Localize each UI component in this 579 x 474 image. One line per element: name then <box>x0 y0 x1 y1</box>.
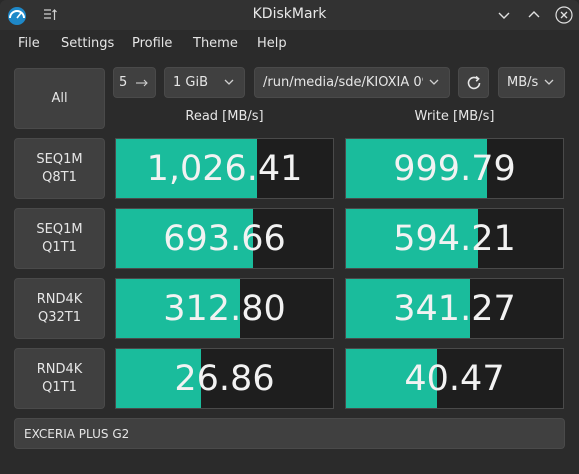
write-result-seq1m-q1t1: 594.21 <box>345 208 564 269</box>
read-result-rnd4k-q32t1: 312.80 <box>115 278 334 339</box>
write-result-rnd4k-q1t1: 40.47 <box>345 348 564 409</box>
read-column-header: Read [MB/s] <box>185 109 264 124</box>
write-value: 594.21 <box>393 218 516 259</box>
test-name: RND4K <box>36 291 83 307</box>
menu-profile[interactable]: Profile <box>132 36 172 51</box>
test-name: SEQ1M <box>36 151 83 167</box>
maximize-button[interactable] <box>524 5 544 25</box>
read-value: 26.86 <box>174 358 275 399</box>
menu-settings[interactable]: Settings <box>61 36 114 51</box>
write-value: 341.27 <box>393 288 516 329</box>
run-all-button[interactable]: All <box>14 68 105 129</box>
read-result-seq1m-q8t1: 1,026.41 <box>115 138 334 199</box>
chevron-down-icon <box>498 12 510 19</box>
write-result-seq1m-q8t1: 999.79 <box>345 138 564 199</box>
test-button-seq1m-q1t1[interactable]: SEQ1M Q1T1 <box>14 208 105 269</box>
refresh-icon <box>467 75 481 90</box>
menu-bar: File Settings Profile Theme Help <box>0 30 579 57</box>
test-name: RND4K <box>36 361 83 377</box>
loops-value: 5 <box>119 75 128 90</box>
device-name-field: EXCERIA PLUS G2 <box>14 418 565 449</box>
unit-select[interactable]: MB/s <box>498 67 565 98</box>
target-path-select[interactable]: /run/media/sde/KIOXIA 09 <box>254 67 450 98</box>
minimize-button[interactable] <box>494 5 514 25</box>
test-name: SEQ1M <box>36 221 83 237</box>
test-params: Q8T1 <box>42 169 77 185</box>
read-value: 693.66 <box>163 218 286 259</box>
chevron-down-icon <box>224 79 234 85</box>
kdiskmark-window: KDiskMark File Settings Profile Theme He… <box>0 0 579 474</box>
unit-value: MB/s <box>507 75 539 90</box>
window-title: KDiskMark <box>252 6 327 22</box>
test-size-select[interactable]: 1 GiB <box>164 67 245 98</box>
write-value: 40.47 <box>404 358 505 399</box>
device-name: EXCERIA PLUS G2 <box>24 427 130 441</box>
menu-file[interactable]: File <box>18 36 40 51</box>
chevron-down-icon <box>429 79 439 85</box>
menu-theme[interactable]: Theme <box>193 36 238 51</box>
chevron-down-icon <box>544 79 554 85</box>
write-column-header: Write [MB/s] <box>414 109 495 124</box>
test-size-value: 1 GiB <box>173 75 209 90</box>
arrow-right-icon <box>136 79 148 87</box>
read-result-rnd4k-q1t1: 26.86 <box>115 348 334 409</box>
test-button-seq1m-q8t1[interactable]: SEQ1M Q8T1 <box>14 138 105 199</box>
chevron-up-icon <box>528 11 540 18</box>
menu-help[interactable]: Help <box>257 36 287 51</box>
write-result-rnd4k-q32t1: 341.27 <box>345 278 564 339</box>
close-button[interactable] <box>554 5 574 25</box>
read-value: 312.80 <box>163 288 286 329</box>
target-path-value: /run/media/sde/KIOXIA 09 <box>263 75 423 90</box>
test-button-rnd4k-q32t1[interactable]: RND4K Q32T1 <box>14 278 105 339</box>
loops-spinbox[interactable]: 5 <box>113 67 156 98</box>
read-result-seq1m-q1t1: 693.66 <box>115 208 334 269</box>
test-params: Q1T1 <box>42 239 77 255</box>
test-button-rnd4k-q1t1[interactable]: RND4K Q1T1 <box>14 348 105 409</box>
title-bar[interactable]: KDiskMark <box>0 0 579 30</box>
close-icon <box>555 6 573 24</box>
run-all-label: All <box>51 91 68 106</box>
write-value: 999.79 <box>393 148 516 189</box>
test-params: Q32T1 <box>38 309 81 325</box>
test-params: Q1T1 <box>42 379 77 395</box>
refresh-button[interactable] <box>458 67 489 98</box>
read-value: 1,026.41 <box>146 148 303 189</box>
